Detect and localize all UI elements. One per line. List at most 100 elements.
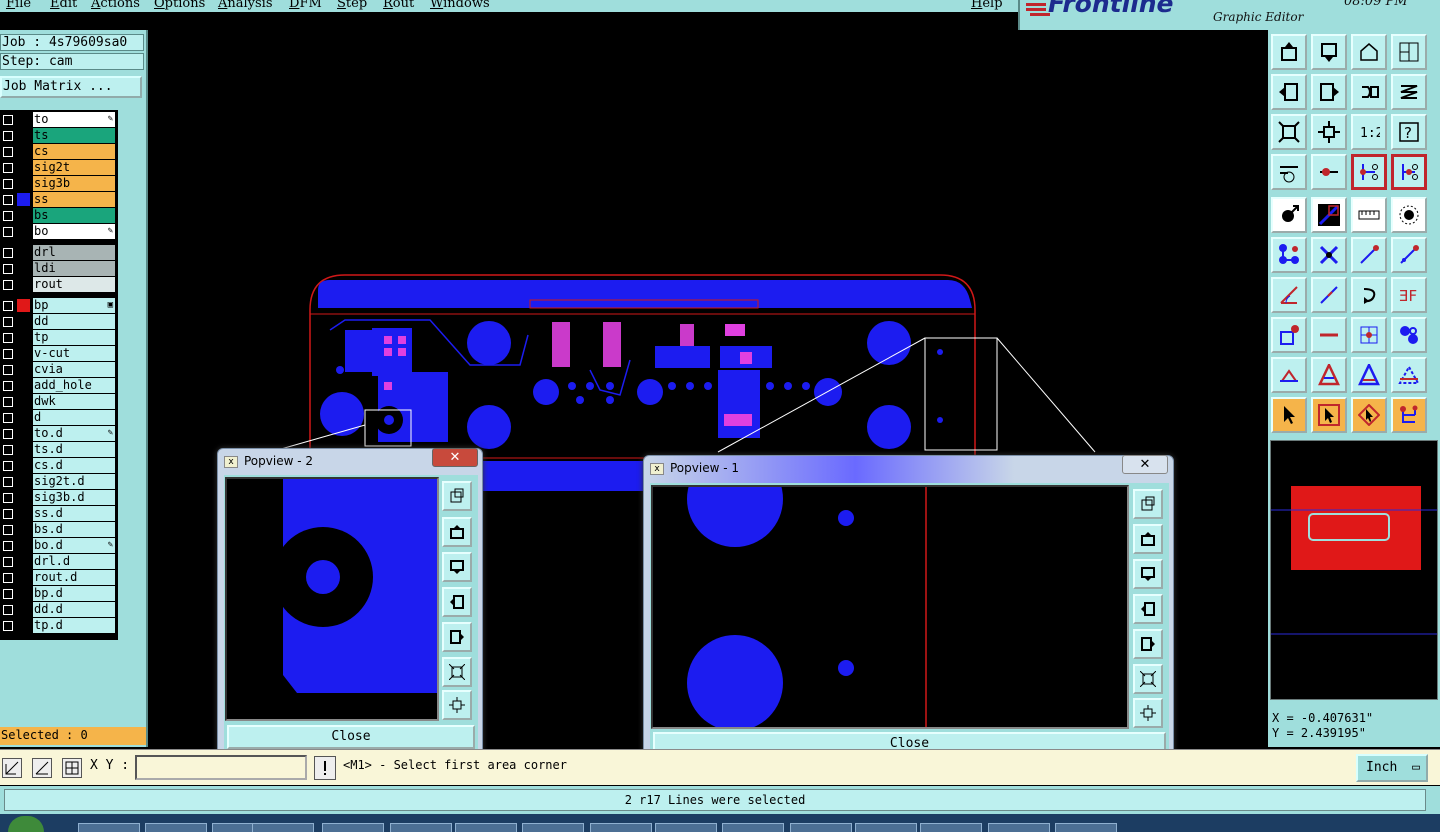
layer-checkbox[interactable] bbox=[3, 264, 13, 274]
layer-color-swatch[interactable] bbox=[17, 443, 30, 456]
popview-2-close-x[interactable]: ✕ bbox=[432, 448, 478, 467]
layer-checkbox[interactable] bbox=[3, 621, 13, 631]
line-select-icon[interactable] bbox=[1311, 317, 1347, 353]
diagonal-tool-icon[interactable] bbox=[2, 758, 22, 778]
pan-left-icon[interactable] bbox=[1133, 594, 1163, 624]
layer-row-bs.d[interactable]: bs.d bbox=[0, 522, 117, 537]
taskbar-item[interactable] bbox=[78, 823, 140, 832]
zoom-home-icon[interactable] bbox=[1133, 698, 1163, 728]
taskbar-item[interactable] bbox=[655, 823, 717, 832]
layer-checkbox[interactable] bbox=[3, 280, 13, 290]
layer-checkbox[interactable] bbox=[3, 397, 13, 407]
taskbar-item[interactable] bbox=[855, 823, 917, 832]
layer-name[interactable]: cvia bbox=[33, 362, 115, 377]
layer-name[interactable]: bo ✎ bbox=[33, 224, 115, 239]
zoom-home-icon[interactable] bbox=[442, 690, 472, 720]
tree-icon[interactable] bbox=[1391, 397, 1427, 433]
layer-row-dd[interactable]: dd bbox=[0, 314, 117, 329]
layer-name[interactable]: add_hole bbox=[33, 378, 115, 393]
triangle-small-icon[interactable] bbox=[1271, 357, 1307, 393]
layer-name[interactable]: rout.d bbox=[33, 570, 115, 585]
taskbar-item[interactable] bbox=[590, 823, 652, 832]
menu-step[interactable]: Step bbox=[337, 0, 367, 11]
layer-checkbox[interactable] bbox=[3, 147, 13, 157]
layer-name[interactable]: ldi bbox=[33, 261, 115, 276]
zoom-fit-icon[interactable] bbox=[442, 657, 472, 687]
layer-row-bs[interactable]: bs bbox=[0, 208, 117, 223]
layer-checkbox[interactable] bbox=[3, 179, 13, 189]
layer-checkbox[interactable] bbox=[3, 195, 13, 205]
layer-row-ss[interactable]: ss bbox=[0, 192, 117, 207]
pan-down-icon[interactable] bbox=[442, 552, 472, 582]
taskbar-item[interactable] bbox=[252, 823, 314, 832]
pointer-diamond-icon[interactable] bbox=[1351, 397, 1387, 433]
layer-name[interactable]: drl bbox=[33, 245, 115, 260]
menu-file[interactable]: File bbox=[6, 0, 31, 11]
layer-checkbox[interactable] bbox=[3, 605, 13, 615]
alert-icon[interactable] bbox=[314, 756, 336, 780]
layer-name[interactable]: bp ▣ bbox=[33, 298, 115, 313]
layer-name[interactable]: dd bbox=[33, 314, 115, 329]
layer-row-rout[interactable]: rout bbox=[0, 277, 117, 292]
taskbar-item[interactable] bbox=[390, 823, 452, 832]
layer-color-swatch[interactable] bbox=[17, 411, 30, 424]
layer-color-swatch[interactable] bbox=[17, 491, 30, 504]
layer-row-rout.d[interactable]: rout.d bbox=[0, 570, 117, 585]
layer-color-swatch[interactable] bbox=[17, 315, 30, 328]
layer-checkbox[interactable] bbox=[3, 301, 13, 311]
rotate-icon[interactable] bbox=[1351, 277, 1387, 313]
taskbar-item[interactable] bbox=[920, 823, 982, 832]
layer-row-sig3b.d[interactable]: sig3b.d bbox=[0, 490, 117, 505]
layer-row-ts.d[interactable]: ts.d bbox=[0, 442, 117, 457]
pan-left-icon[interactable] bbox=[442, 587, 472, 617]
window-down-icon[interactable] bbox=[1311, 34, 1347, 70]
layer-color-swatch[interactable] bbox=[17, 363, 30, 376]
layer-checkbox[interactable] bbox=[3, 493, 13, 503]
layer-row-drl.d[interactable]: drl.d bbox=[0, 554, 117, 569]
taskbar-item[interactable] bbox=[988, 823, 1050, 832]
layer-color-swatch[interactable] bbox=[17, 507, 30, 520]
layer-name[interactable]: tp bbox=[33, 330, 115, 345]
layer-row-sig3b[interactable]: sig3b bbox=[0, 176, 117, 191]
select-point-icon[interactable] bbox=[1271, 197, 1307, 233]
layer-checkbox[interactable] bbox=[3, 349, 13, 359]
layer-color-swatch[interactable] bbox=[17, 225, 30, 238]
layer-color-swatch[interactable] bbox=[17, 555, 30, 568]
layer-checkbox[interactable] bbox=[3, 381, 13, 391]
layer-checkbox[interactable] bbox=[3, 557, 13, 567]
menu-dfm[interactable]: DFM bbox=[289, 0, 322, 11]
pan-right-icon[interactable] bbox=[1133, 629, 1163, 659]
split-view-icon[interactable] bbox=[1391, 34, 1427, 70]
menu-options[interactable]: Options bbox=[154, 0, 205, 11]
layer-name[interactable]: cs.d bbox=[33, 458, 115, 473]
layer-color-swatch[interactable] bbox=[17, 145, 30, 158]
layer-color-swatch[interactable] bbox=[17, 113, 30, 126]
popview-2-canvas[interactable] bbox=[225, 477, 439, 721]
window-up-icon[interactable] bbox=[1271, 34, 1307, 70]
layer-row-v-cut[interactable]: v-cut bbox=[0, 346, 117, 361]
layer-name[interactable]: bo.d ✎ bbox=[33, 538, 115, 553]
layer-row-drl[interactable]: drl bbox=[0, 245, 117, 260]
layer-name[interactable]: sig3b bbox=[33, 176, 115, 191]
layer-row-dwk[interactable]: dwk bbox=[0, 394, 117, 409]
layer-row-add_hole[interactable]: add_hole bbox=[0, 378, 117, 393]
layer-color-swatch[interactable] bbox=[17, 129, 30, 142]
layer-color-swatch[interactable] bbox=[17, 278, 30, 291]
layer-row-sig2t.d[interactable]: sig2t.d bbox=[0, 474, 117, 489]
cross-select-icon[interactable] bbox=[1311, 237, 1347, 273]
layer-name[interactable]: dd.d bbox=[33, 602, 115, 617]
layer-row-bo[interactable]: bo ✎ bbox=[0, 224, 117, 239]
layer-color-swatch[interactable] bbox=[17, 539, 30, 552]
layer-row-to[interactable]: to ✎ bbox=[0, 112, 117, 127]
start-button[interactable] bbox=[8, 816, 44, 832]
triangle-outline-icon[interactable] bbox=[1351, 357, 1387, 393]
layer-name[interactable]: ts.d bbox=[33, 442, 115, 457]
layer-name[interactable]: sig3b.d bbox=[33, 490, 115, 505]
layer-name[interactable]: ts bbox=[33, 128, 115, 143]
layer-color-swatch[interactable] bbox=[17, 193, 30, 206]
grid-select-icon[interactable] bbox=[1351, 317, 1387, 353]
popview-2-close-button[interactable]: Close bbox=[227, 725, 475, 749]
layer-color-swatch[interactable] bbox=[17, 587, 30, 600]
measure-icon[interactable] bbox=[1351, 197, 1387, 233]
layer-name[interactable]: bs bbox=[33, 208, 115, 223]
